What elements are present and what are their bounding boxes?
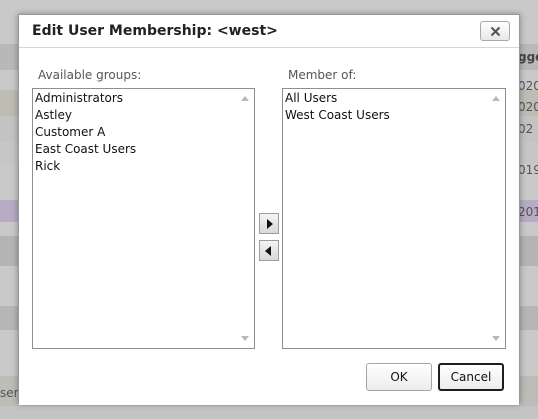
bg-header-fragment: gge	[518, 50, 538, 64]
available-groups-items: Administrators Astley Customer A East Co…	[35, 90, 236, 175]
ok-button[interactable]: OK	[366, 363, 432, 391]
member-group-item[interactable]: West Coast Users	[285, 107, 487, 124]
bg-cell-fragment: ser	[0, 386, 18, 400]
dialog-header: Edit User Membership: <west>	[19, 15, 519, 48]
available-group-item[interactable]: Rick	[35, 158, 236, 175]
dialog-body: Available groups: Member of: Administrat…	[19, 49, 519, 405]
available-group-item[interactable]: Customer A	[35, 124, 236, 141]
available-groups-scrollbar[interactable]	[237, 89, 254, 348]
dialog-title: Edit User Membership: <west>	[32, 23, 278, 39]
scroll-up-icon[interactable]	[241, 96, 249, 101]
arrow-left-icon	[265, 245, 271, 256]
scroll-down-icon[interactable]	[492, 336, 500, 341]
close-button[interactable]	[480, 21, 510, 41]
scroll-down-icon[interactable]	[241, 336, 249, 341]
bg-cell-fragment: 02	[518, 122, 534, 136]
close-icon	[490, 26, 500, 36]
bg-cell-fragment: 019	[518, 163, 538, 177]
available-group-item[interactable]: East Coast Users	[35, 141, 236, 158]
member-group-item[interactable]: All Users	[285, 90, 487, 107]
cancel-button[interactable]: Cancel	[438, 363, 504, 391]
available-groups-listbox[interactable]: Administrators Astley Customer A East Co…	[32, 88, 255, 349]
available-group-item[interactable]: Administrators	[35, 90, 236, 107]
member-of-listbox[interactable]: All Users West Coast Users	[282, 88, 506, 349]
member-of-label: Member of:	[288, 68, 357, 82]
member-of-scrollbar[interactable]	[488, 89, 505, 348]
bg-cell-fragment: 020	[518, 100, 538, 114]
add-to-member-button[interactable]	[259, 213, 279, 234]
available-groups-label: Available groups:	[38, 68, 142, 82]
bg-row	[0, 406, 538, 419]
arrow-right-icon	[267, 218, 273, 229]
remove-from-member-button[interactable]	[259, 240, 279, 261]
scroll-up-icon[interactable]	[492, 96, 500, 101]
available-group-item[interactable]: Astley	[35, 107, 236, 124]
bg-cell-fragment: 201	[518, 205, 538, 219]
bg-cell-fragment: 020	[518, 79, 538, 93]
member-of-items: All Users West Coast Users	[285, 90, 487, 124]
edit-membership-dialog: Edit User Membership: <west> Available g…	[18, 14, 520, 405]
